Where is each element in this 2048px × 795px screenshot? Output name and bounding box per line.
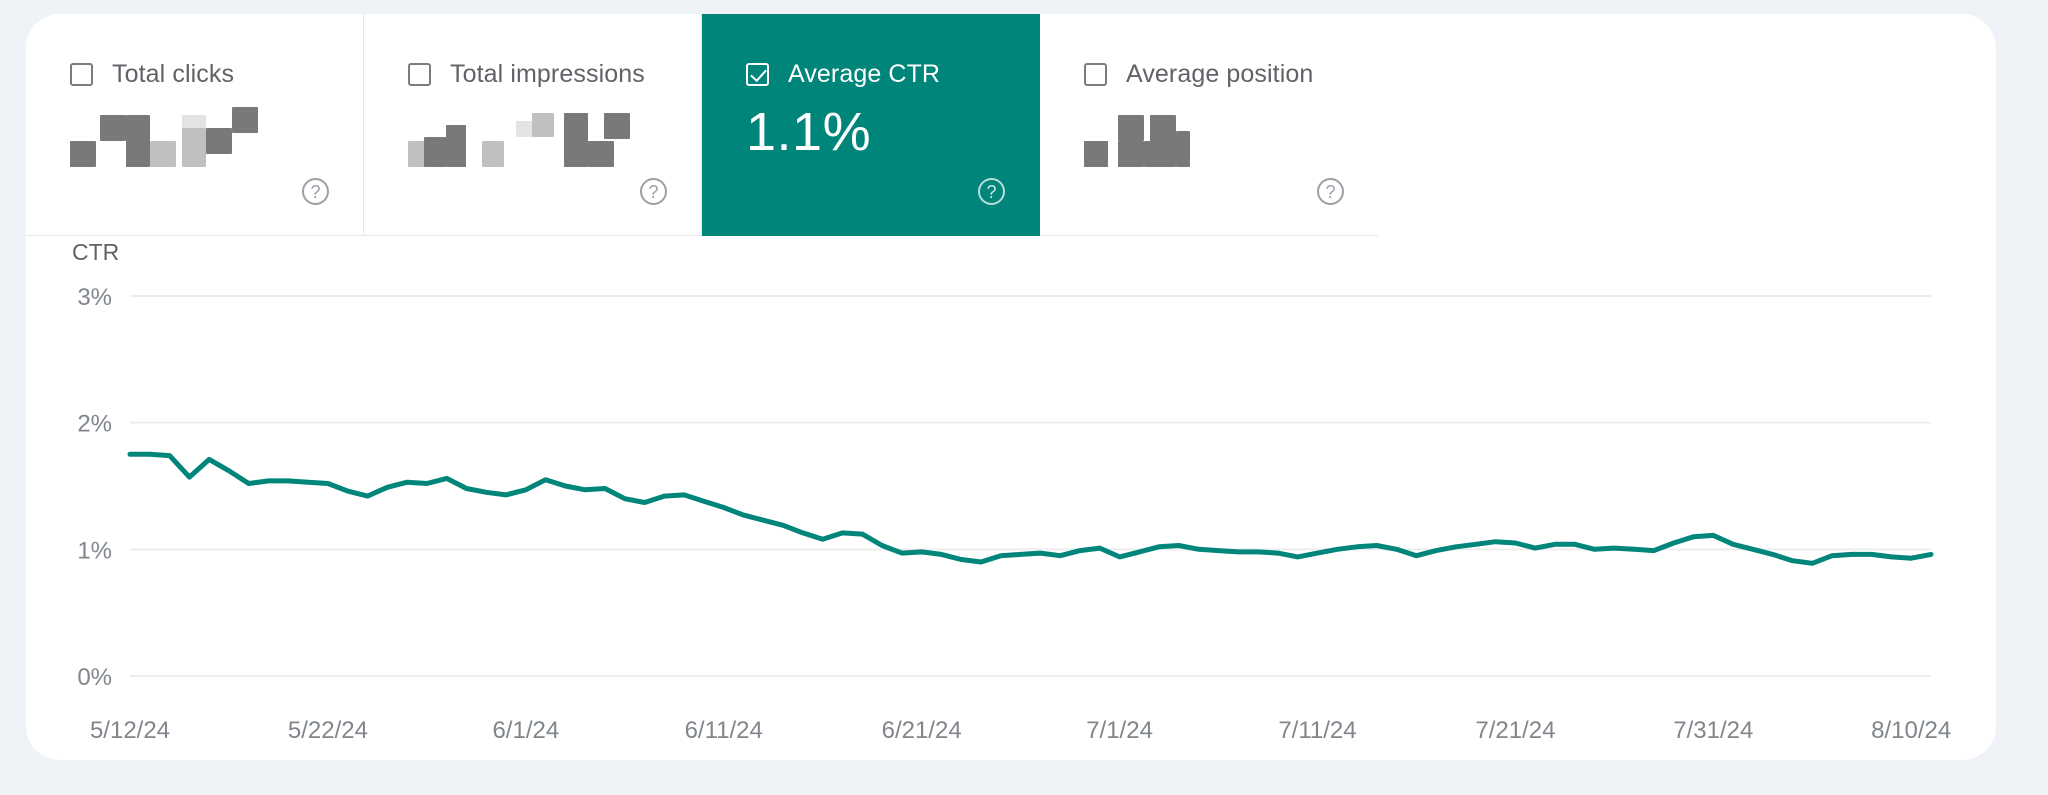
metric-label: Total impressions (450, 60, 645, 88)
checkbox-unchecked-icon[interactable] (70, 63, 93, 86)
x-axis-tick-label: 6/11/24 (685, 717, 763, 744)
metric-label: Total clicks (112, 60, 235, 88)
help-circle-icon[interactable]: ? (640, 178, 667, 205)
metric-tab-strip: Total clicks ? Total impressions ? Avera… (26, 14, 1391, 236)
metric-value-redacted (1084, 111, 1378, 169)
ctr-series-line (127, 451, 1934, 566)
x-axis-tick-label: 7/11/24 (1278, 717, 1356, 744)
metric-tab-header: Average CTR (746, 60, 1039, 89)
checkbox-checked-icon[interactable] (746, 63, 769, 86)
y-axis-title: CTR (72, 239, 119, 265)
checkbox-unchecked-icon[interactable] (408, 63, 431, 86)
metric-value: 1.1% (746, 102, 872, 162)
metric-value-redacted (70, 107, 363, 169)
y-axis-tick-label: 0% (77, 664, 112, 691)
x-axis-tick-label: 5/22/24 (288, 717, 368, 744)
x-axis-tick-label: 6/21/24 (882, 717, 962, 744)
checkbox-unchecked-icon[interactable] (1084, 63, 1107, 86)
metric-tab-average-ctr[interactable]: Average CTR 1.1% ? (702, 14, 1040, 236)
help-circle-icon[interactable]: ? (302, 178, 329, 205)
metric-tab-header: Total clicks (70, 60, 363, 89)
metric-value-redacted (408, 111, 701, 169)
x-axis-tick-label: 5/12/24 (90, 717, 170, 744)
metric-tab-total-clicks[interactable]: Total clicks ? (26, 14, 364, 236)
performance-panel: Total clicks ? Total impressions ? Avera… (0, 0, 2048, 795)
metric-tab-header: Total impressions (408, 60, 701, 89)
x-axis-tick-label: 7/1/24 (1086, 717, 1153, 744)
ctr-line-chart: CTR 3% 2% 1% 0% 5/12/24 5/22/24 6/1/24 6/11/24 6/… (26, 236, 1996, 760)
x-axis-tick-label: 7/31/24 (1673, 717, 1753, 744)
help-circle-icon[interactable]: ? (1317, 178, 1344, 205)
x-axis-tick-label: 7/21/24 (1475, 717, 1555, 744)
chart-canvas: CTR 3% 2% 1% 0% 5/12/24 5/22/24 6/1/24 6/11/24 6/… (72, 239, 1951, 744)
x-axis-tick-label: 8/10/24 (1871, 717, 1951, 744)
x-axis-tick-label: 6/1/24 (492, 717, 559, 744)
y-axis-tick-label: 3% (77, 284, 112, 311)
metric-label: Average CTR (788, 60, 941, 88)
metric-tab-total-impressions[interactable]: Total impressions ? (364, 14, 702, 236)
performance-card: Total clicks ? Total impressions ? Avera… (26, 14, 1996, 760)
metric-tab-header: Average position (1084, 60, 1378, 89)
metric-label: Average position (1126, 60, 1314, 88)
y-axis-tick-label: 2% (77, 411, 112, 438)
y-axis-tick-label: 1% (77, 537, 112, 564)
metric-tab-average-position[interactable]: Average position ? (1040, 14, 1378, 236)
help-circle-icon[interactable]: ? (978, 178, 1005, 205)
